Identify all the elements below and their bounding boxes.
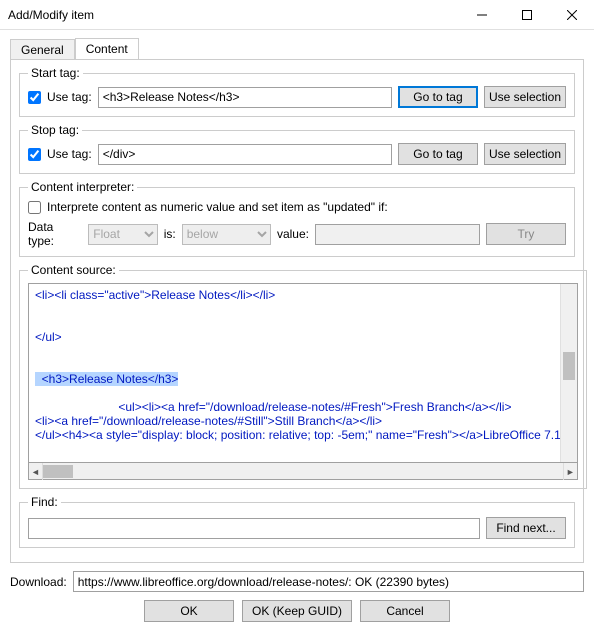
value-input[interactable] xyxy=(315,224,480,245)
stop-tag-input[interactable] xyxy=(98,144,392,165)
content-source-view[interactable]: <li><li class="active">Release Notes</li… xyxy=(28,283,578,463)
data-type-select[interactable]: Float xyxy=(88,224,157,245)
tab-panel-content: Start tag: Use tag: Go to tag Use select… xyxy=(10,60,584,563)
source-line xyxy=(35,358,571,372)
find-group: Find: Find next... xyxy=(19,495,575,548)
minimize-button[interactable] xyxy=(459,0,504,30)
tab-underline xyxy=(10,59,584,60)
value-label: value: xyxy=(277,227,309,241)
start-use-tag-checkbox[interactable] xyxy=(28,91,41,104)
is-label: is: xyxy=(164,227,176,241)
interpreter-group: Content interpreter: Interprete content … xyxy=(19,180,575,257)
source-horizontal-scrollbar[interactable]: ◄► xyxy=(28,463,578,480)
dialog-body: GeneralContent Start tag: Use tag: Go to… xyxy=(0,30,594,567)
start-go-to-tag-button[interactable]: Go to tag xyxy=(398,86,478,108)
stop-tag-legend: Stop tag: xyxy=(28,123,82,137)
source-line xyxy=(35,316,571,330)
download-row: Download: xyxy=(0,567,594,592)
footer-buttons: OK OK (Keep GUID) Cancel xyxy=(0,592,594,628)
source-line: <li><li class="active">Release Notes</li… xyxy=(35,288,571,302)
is-select[interactable]: below xyxy=(182,224,271,245)
start-tag-group: Start tag: Use tag: Go to tag Use select… xyxy=(19,66,575,117)
stop-tag-group: Stop tag: Use tag: Go to tag Use selecti… xyxy=(19,123,575,174)
source-line: </ul> xyxy=(35,330,571,344)
interpreter-legend: Content interpreter: xyxy=(28,180,137,194)
start-tag-legend: Start tag: xyxy=(28,66,83,80)
find-input[interactable] xyxy=(28,518,480,539)
stop-go-to-tag-button[interactable]: Go to tag xyxy=(398,143,478,165)
start-tag-input[interactable] xyxy=(98,87,392,108)
window-title: Add/Modify item xyxy=(8,8,459,22)
start-use-tag-label: Use tag: xyxy=(47,90,92,104)
source-line-highlight: <h3>Release Notes</h3> xyxy=(35,372,571,386)
content-source-legend: Content source: xyxy=(28,263,119,277)
ok-button[interactable]: OK xyxy=(144,600,234,622)
interpret-label: Interprete content as numeric value and … xyxy=(47,200,388,214)
download-field[interactable] xyxy=(73,571,584,592)
cancel-button[interactable]: Cancel xyxy=(360,600,450,622)
try-button[interactable]: Try xyxy=(486,223,566,245)
find-legend: Find: xyxy=(28,495,61,509)
titlebar: Add/Modify item xyxy=(0,0,594,30)
source-line: <li><a href="/download/release-notes/#St… xyxy=(35,414,571,428)
find-next-button[interactable]: Find next... xyxy=(486,517,566,539)
maximize-button[interactable] xyxy=(504,0,549,30)
data-type-label: Data type: xyxy=(28,220,82,248)
content-source-group: Content source: <li><li class="active">R… xyxy=(19,263,587,489)
source-vertical-scrollbar[interactable] xyxy=(560,284,577,462)
interpret-checkbox[interactable] xyxy=(28,201,41,214)
tabstrip: GeneralContent xyxy=(10,38,584,60)
download-label: Download: xyxy=(10,575,67,589)
source-line xyxy=(35,386,571,400)
tab-content[interactable]: Content xyxy=(75,38,139,59)
ok-keep-guid-button[interactable]: OK (Keep GUID) xyxy=(242,600,352,622)
source-line xyxy=(35,344,571,358)
source-line: </ul><h4><a style="display: block; posit… xyxy=(35,428,571,442)
source-line: <ul><li><a href="/download/release-notes… xyxy=(35,400,571,414)
stop-use-tag-label: Use tag: xyxy=(47,147,92,161)
source-line xyxy=(35,302,571,316)
stop-use-selection-button[interactable]: Use selection xyxy=(484,143,566,165)
close-button[interactable] xyxy=(549,0,594,30)
stop-use-tag-checkbox[interactable] xyxy=(28,148,41,161)
start-use-selection-button[interactable]: Use selection xyxy=(484,86,566,108)
tab-general[interactable]: General xyxy=(10,39,75,60)
